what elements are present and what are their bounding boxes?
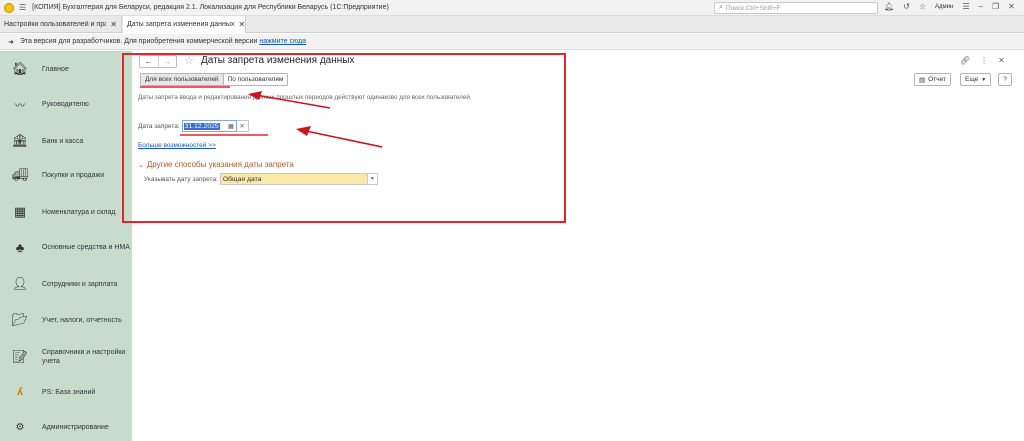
- tab-close-icon[interactable]: ✕: [110, 20, 117, 29]
- sidebar-item-manager[interactable]: 〰 Руководителю: [0, 94, 132, 114]
- bank-icon: 🏦︎: [11, 133, 29, 148]
- sidebar-item-taxes[interactable]: 📂︎ Учет, налоги, отчетность: [0, 310, 132, 330]
- restore-icon[interactable]: ❐: [992, 2, 999, 11]
- tab-closing-dates[interactable]: Даты запрета изменения данных ✕: [123, 16, 246, 33]
- more-button[interactable]: Еще ▼: [960, 73, 992, 86]
- sidebar-item-catalogs[interactable]: 📝︎ Справочники и настройки учета: [0, 347, 132, 367]
- sidebar-item-bank[interactable]: 🏦︎ Банк и касса: [0, 131, 132, 151]
- sidebar-item-admin[interactable]: ⚙ Администрирование: [0, 417, 132, 437]
- arrow-right-icon: ➜: [8, 38, 14, 46]
- form-header-tools: 🔗︎ ⋮ ✕: [960, 56, 1005, 65]
- help-button[interactable]: ?: [998, 73, 1012, 86]
- people-icon: 👤︎: [11, 276, 29, 291]
- sidebar-item-assets[interactable]: ♣ Основные средства и НМА: [0, 237, 132, 257]
- sidebar-item-staff[interactable]: 👤︎ Сотрудники и зарплата: [0, 274, 132, 294]
- tab-user-settings[interactable]: Настройки пользователей и прав ✕: [0, 16, 122, 33]
- home-icon: 🏠︎: [11, 61, 29, 76]
- sections-sidebar: 🏠︎ Главное 〰 Руководителю 🏦︎ Банк и касс…: [0, 51, 132, 441]
- tab-label: Настройки пользователей и прав: [4, 21, 107, 28]
- document-icon: 📝︎: [11, 349, 29, 364]
- tab-bar: Настройки пользователей и прав ✕ Даты за…: [0, 16, 1024, 33]
- annotation-highlight-box: [122, 53, 566, 223]
- settings-menu-icon[interactable]: ☰: [962, 2, 969, 11]
- titlebar-tools: 🔔︎ ↺ ☆ Админ ☰ – ❐ ✕: [884, 2, 1015, 11]
- warehouse-icon: ▦: [13, 204, 27, 219]
- purchase-link[interactable]: нажмите сюда: [259, 38, 306, 45]
- minimize-icon[interactable]: –: [979, 2, 983, 11]
- sidebar-item-warehouse[interactable]: ▦ Номенклатура и склад: [0, 202, 132, 222]
- sidebar-item-knowledge[interactable]: ʎ PS: База знаний: [0, 382, 132, 402]
- chevron-down-icon: ▼: [981, 76, 987, 83]
- history-icon[interactable]: ↺: [903, 2, 910, 11]
- current-user[interactable]: Админ: [935, 4, 953, 10]
- tab-close-icon[interactable]: ✕: [238, 20, 245, 29]
- knowledge-icon: ʎ: [17, 386, 23, 398]
- assets-icon: ♣: [15, 239, 25, 255]
- search-icon: ⌕: [719, 4, 723, 11]
- gear-icon: ⚙: [15, 421, 25, 433]
- window-title: [КОПИЯ] Бухгалтерия для Беларуси, редакц…: [32, 4, 389, 11]
- app-logo-icon: [4, 2, 14, 13]
- truck-icon: 🚚︎: [11, 167, 29, 182]
- main-menu-icon[interactable]: ☰: [19, 3, 26, 12]
- report-button[interactable]: ▤ Отчет: [914, 73, 951, 86]
- search-placeholder: Поиск Ctrl+Shift+F: [725, 4, 781, 12]
- more-actions-icon[interactable]: ⋮: [980, 56, 988, 65]
- notice-text: Эта версия для разработчиков. Для приобр…: [19, 38, 258, 45]
- notifications-icon[interactable]: 🔔︎: [884, 2, 894, 11]
- folder-icon: 📂︎: [11, 312, 29, 327]
- close-icon[interactable]: ✕: [1008, 2, 1015, 11]
- sidebar-item-main[interactable]: 🏠︎ Главное: [0, 59, 132, 79]
- trend-icon: 〰: [15, 100, 25, 112]
- link-icon[interactable]: 🔗︎: [960, 56, 970, 65]
- favorites-icon[interactable]: ☆: [919, 2, 926, 11]
- report-icon: ▤: [919, 76, 926, 84]
- sidebar-item-sales[interactable]: 🚚︎ Покупки и продажи: [0, 165, 132, 185]
- form-close-icon[interactable]: ✕: [998, 56, 1005, 65]
- global-search-input[interactable]: ⌕ Поиск Ctrl+Shift+F: [714, 2, 878, 14]
- developer-notice: ➜ Эта версия для разработчиков. Для прио…: [0, 34, 1024, 50]
- tab-label: Даты запрета изменения данных: [127, 21, 235, 28]
